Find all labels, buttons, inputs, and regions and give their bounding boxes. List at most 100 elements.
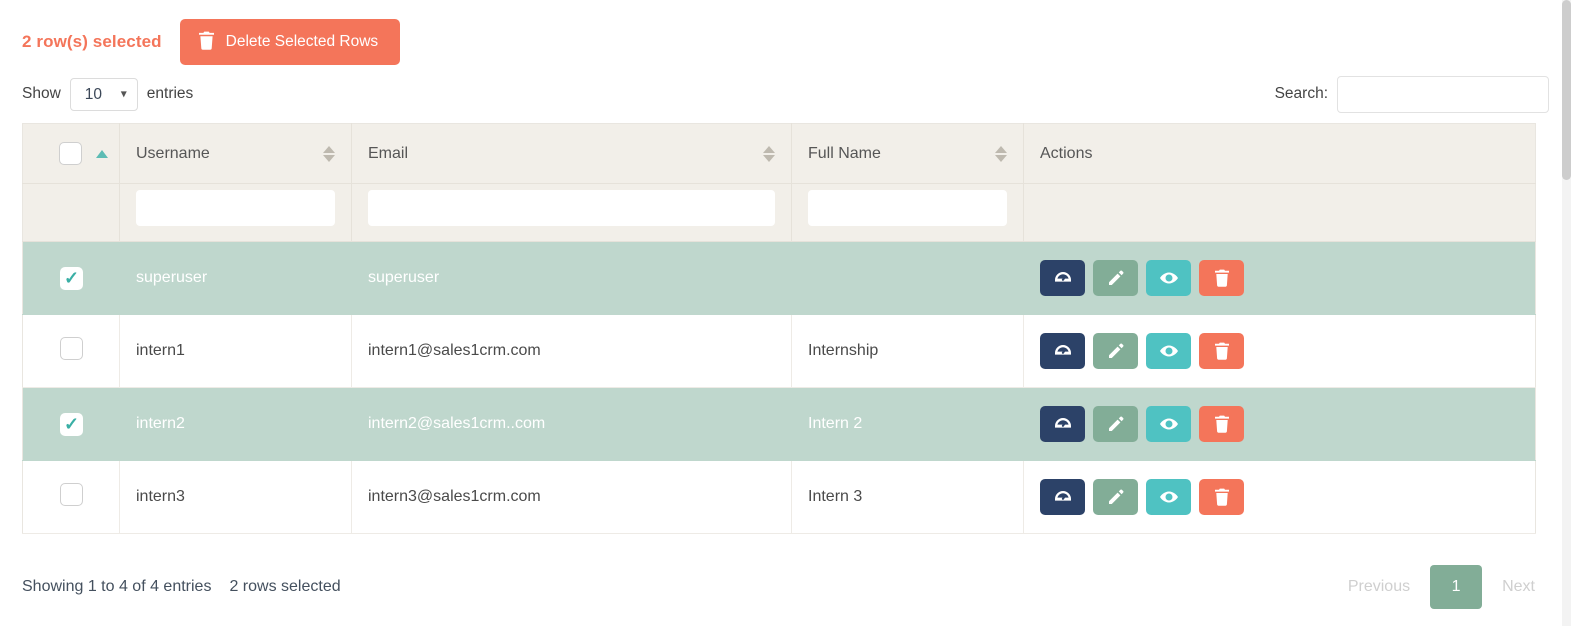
cell-actions (1023, 314, 1536, 388)
dashboard-gauge-icon (1053, 268, 1073, 288)
row-checkbox[interactable] (60, 483, 83, 506)
cell-fullname: Internship (791, 314, 1024, 388)
row-checkbox[interactable] (60, 337, 83, 360)
pencil-icon (1107, 488, 1125, 506)
dashboard-action-button[interactable] (1040, 479, 1085, 515)
dashboard-action-button[interactable] (1040, 406, 1085, 442)
sort-arrows-icon[interactable] (995, 145, 1007, 162)
filter-cell-actions (1023, 183, 1536, 242)
search-input[interactable] (1337, 75, 1549, 113)
selected-rows-info: 2 rows selected (229, 578, 341, 595)
edit-action-button[interactable] (1093, 406, 1138, 442)
column-header-select-all[interactable] (22, 123, 120, 184)
row-checkbox[interactable]: ✓ (60, 266, 83, 290)
show-label: Show (22, 85, 61, 102)
column-header-email[interactable]: Email (351, 123, 792, 184)
table-footer: Showing 1 to 4 of 4 entries 2 rows selec… (22, 534, 1549, 626)
delete-action-button[interactable] (1199, 479, 1244, 515)
cell-username: superuser (119, 241, 352, 315)
fullname-filter-input[interactable] (808, 189, 1007, 226)
filter-cell-fullname (791, 183, 1024, 242)
cell-fullname (791, 241, 1024, 315)
cell-email: superuser (351, 241, 792, 315)
trash-icon (198, 31, 215, 54)
cell-username: intern1 (119, 314, 352, 388)
cell-actions (1023, 460, 1536, 534)
column-header-username-label: Username (136, 144, 210, 162)
eye-icon (1159, 341, 1179, 361)
delete-action-button[interactable] (1199, 260, 1244, 296)
pagination-page-1[interactable]: 1 (1430, 565, 1483, 609)
search-control: Search: (1275, 75, 1549, 113)
sort-arrows-icon[interactable] (323, 145, 335, 162)
username-filter-input[interactable] (136, 189, 335, 226)
column-header-email-label: Email (368, 144, 409, 162)
view-action-button[interactable] (1146, 333, 1191, 369)
pencil-icon (1107, 415, 1125, 433)
view-action-button[interactable] (1146, 479, 1191, 515)
datatable-page: 2 row(s) selected Delete Selected Rows S… (0, 0, 1571, 626)
table-row[interactable]: intern3 intern3@sales1crm.com Intern 3 (22, 460, 1536, 534)
pagination: Previous 1 Next (1334, 565, 1549, 609)
email-filter-input[interactable] (368, 189, 775, 226)
row-checkbox[interactable]: ✓ (60, 412, 83, 436)
delete-selected-rows-label: Delete Selected Rows (225, 33, 379, 51)
row-select-cell[interactable]: ✓ (22, 241, 120, 315)
row-select-cell[interactable] (22, 314, 120, 388)
cell-actions (1023, 387, 1536, 461)
table-filter-row (22, 183, 1536, 242)
sort-arrows-icon[interactable] (96, 149, 108, 158)
pencil-icon (1107, 269, 1125, 287)
column-header-actions-label: Actions (1040, 144, 1093, 162)
entries-label: entries (146, 85, 194, 102)
delete-action-button[interactable] (1199, 406, 1244, 442)
sort-arrows-icon[interactable] (763, 145, 775, 162)
page-scrollbar-thumb[interactable] (1562, 0, 1571, 180)
cell-username: intern3 (119, 460, 352, 534)
page-length-select-wrap: 10 ▾ (69, 77, 138, 111)
page-scrollbar-track[interactable] (1562, 0, 1571, 626)
pagination-previous[interactable]: Previous (1334, 565, 1424, 609)
table-head: Username Email Full Name Actions (22, 123, 1536, 242)
select-all-checkbox[interactable] (59, 142, 82, 165)
table-row[interactable]: intern1 intern1@sales1crm.com Internship (22, 314, 1536, 388)
dashboard-action-button[interactable] (1040, 333, 1085, 369)
filter-cell-select (22, 183, 120, 242)
table-row[interactable]: ✓ intern2 intern2@sales1crm..com Intern … (22, 387, 1536, 461)
row-select-cell[interactable]: ✓ (22, 387, 120, 461)
view-action-button[interactable] (1146, 406, 1191, 442)
column-header-fullname[interactable]: Full Name (791, 123, 1024, 184)
table-header-row: Username Email Full Name Actions (22, 123, 1536, 184)
cell-email: intern2@sales1crm..com (351, 387, 792, 461)
table-body: ✓ superuser superuser intern1 intern1@sa… (22, 241, 1536, 534)
pagination-next[interactable]: Next (1488, 565, 1549, 609)
page-length-select[interactable]: 10 (69, 77, 138, 111)
delete-action-button[interactable] (1199, 333, 1244, 369)
users-data-table: Username Email Full Name Actions ✓ super… (22, 123, 1536, 534)
edit-action-button[interactable] (1093, 479, 1138, 515)
table-row[interactable]: ✓ superuser superuser (22, 241, 1536, 315)
view-action-button[interactable] (1146, 260, 1191, 296)
table-info: Showing 1 to 4 of 4 entries 2 rows selec… (22, 578, 341, 596)
cell-username: intern2 (119, 387, 352, 461)
cell-email: intern1@sales1crm.com (351, 314, 792, 388)
page-length-control: Show 10 ▾ entries (22, 77, 194, 111)
edit-action-button[interactable] (1093, 260, 1138, 296)
bulk-action-bar: 2 row(s) selected Delete Selected Rows (22, 0, 1549, 68)
eye-icon (1159, 268, 1179, 288)
dashboard-gauge-icon (1053, 414, 1073, 434)
dashboard-gauge-icon (1053, 487, 1073, 507)
trash-icon (1214, 342, 1230, 360)
edit-action-button[interactable] (1093, 333, 1138, 369)
column-header-username[interactable]: Username (119, 123, 352, 184)
delete-selected-rows-button[interactable]: Delete Selected Rows (179, 18, 401, 66)
dashboard-action-button[interactable] (1040, 260, 1085, 296)
entries-info: Showing 1 to 4 of 4 entries (22, 578, 212, 595)
filter-cell-username (119, 183, 352, 242)
column-header-fullname-label: Full Name (808, 144, 881, 162)
cell-email: intern3@sales1crm.com (351, 460, 792, 534)
eye-icon (1159, 414, 1179, 434)
row-select-cell[interactable] (22, 460, 120, 534)
cell-actions (1023, 241, 1536, 315)
table-controls: Show 10 ▾ entries Search: (22, 68, 1549, 120)
